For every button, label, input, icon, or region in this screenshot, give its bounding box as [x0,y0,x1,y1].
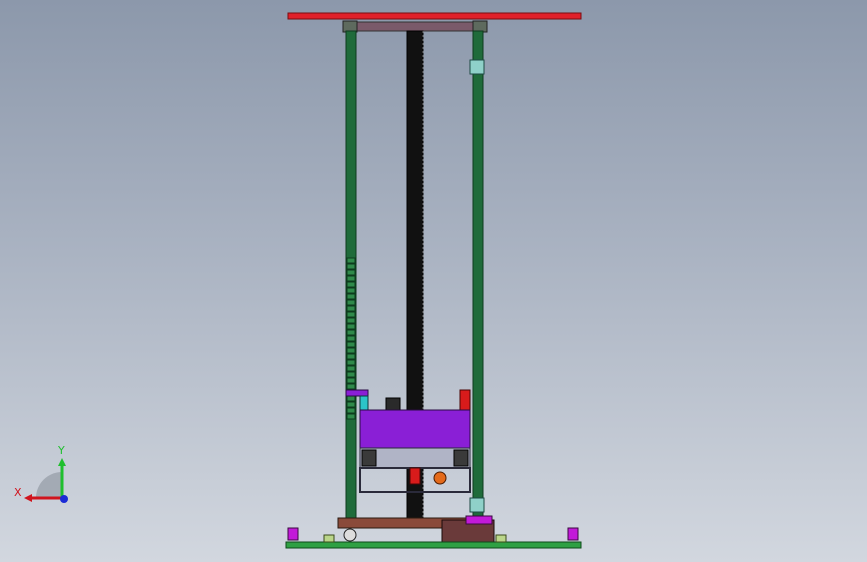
top-crossbar-cap-right [472,20,488,33]
base-foot-left [287,527,299,541]
top-crossbar[interactable] [342,21,488,32]
cable-chain-link [346,377,356,384]
base-wheel [343,528,357,542]
triad-y-arrow [58,458,66,466]
cable-chain-link [346,335,356,342]
cable-chain-link [346,413,356,420]
graphics-viewport[interactable]: X Y [0,0,867,562]
cable-chain-link [346,299,356,306]
carriage-red-nozzle [409,467,421,485]
carriage-roller-right [453,449,469,467]
base-clip-right [495,534,507,543]
cable-chain-link [346,407,356,414]
top-crossbar-cap-left [342,20,358,33]
cable-chain-link [346,395,356,402]
triad-z-axis [60,495,68,503]
triad-x-label: X [14,486,22,499]
cable-chain-link [346,317,356,324]
cable-chain-link [346,401,356,408]
triad-quadrant [36,472,62,498]
carriage-panel[interactable] [359,409,471,449]
base-motor-accent [465,515,493,525]
carriage-pulley [433,471,447,485]
cad-model-view[interactable] [0,0,867,562]
orientation-triad[interactable]: X Y [10,438,80,508]
cable-chain-link [346,257,356,264]
triad-x-arrow [24,494,32,502]
base-rail[interactable] [285,541,582,549]
top-beam[interactable] [287,12,582,20]
cable-chain-link [346,269,356,276]
carriage-sensor [359,395,369,411]
carriage-red-block [459,389,471,411]
cable-chain-link [346,359,356,366]
cable-chain-link [346,323,356,330]
cable-chain-link [346,365,356,372]
carriage-bracket-left [345,389,369,397]
cable-chain-link [346,341,356,348]
mast-clip-lower [469,497,485,513]
cable-chain-link [346,353,356,360]
cable-chain-link [346,287,356,294]
cable-chain-link [346,263,356,270]
triad-y-label: Y [57,444,65,457]
cable-chain-link [346,293,356,300]
cable-chain-link [346,311,356,318]
cable-chain-link [346,383,356,390]
cable-chain-link [346,329,356,336]
mast-right[interactable] [472,30,484,520]
cable-chain-link [346,305,356,312]
cable-chain-link [346,275,356,282]
base-clip-left [323,534,335,543]
carriage-roller-left [361,449,377,467]
cable-chain-link [346,281,356,288]
base-foot-right [567,527,579,541]
cable-chain-link [346,371,356,378]
mast-clip-upper [469,59,485,75]
carriage-motor [385,397,401,411]
cable-chain-link [346,347,356,354]
